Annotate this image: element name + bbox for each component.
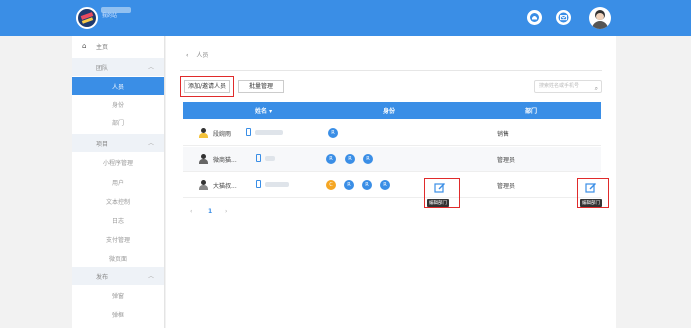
pager-next[interactable]: ›: [225, 208, 227, 215]
top-navbar: 我的站: [0, 0, 691, 36]
table-header: 姓名 ▾ 身份 部门: [183, 102, 601, 119]
pager-page[interactable]: 1: [208, 208, 212, 215]
crown-icon: C: [326, 180, 336, 190]
chevron-up-icon: ︿: [147, 64, 154, 71]
search-input[interactable]: 搜索姓名或手机号 ⌕: [534, 80, 602, 93]
role-badge-icon: R: [380, 180, 390, 190]
edit-department-icon[interactable]: [585, 182, 597, 194]
sidebar-item-label: 用户: [111, 180, 124, 187]
table-row[interactable]: 大猫叔... C R R R 管理员: [183, 173, 601, 198]
sidebar-item-miniprogram[interactable]: 小程序管理: [72, 153, 164, 171]
blurred-phone: [265, 182, 289, 187]
table-row[interactable]: 微商猫... R R R 管理员: [183, 147, 601, 172]
sidebar-item-payment[interactable]: 支付管理: [72, 230, 164, 248]
department-value: 销售: [497, 131, 510, 138]
edit-department-tooltip: 编辑部门: [580, 199, 602, 207]
avatar: [199, 154, 208, 164]
role-badge-icon: R: [326, 154, 336, 164]
blurred-phone: [265, 156, 275, 161]
pager-prev[interactable]: ‹: [190, 208, 192, 215]
role-badge-icon: R: [363, 154, 373, 164]
sidebar-group-publish[interactable]: 发布 ︿: [72, 267, 164, 285]
main-content: ‹ 人员 添加/邀请人员 批量管理 搜索姓名或手机号 ⌕ 姓名 ▾ 身份 部门 …: [166, 36, 616, 328]
person-name: 大猫叔...: [213, 183, 237, 190]
person-name: 微商猫...: [213, 157, 237, 164]
sidebar-item-label: 身份: [111, 102, 124, 109]
batch-manage-button[interactable]: 批量管理: [238, 80, 284, 93]
phone-icon: [246, 128, 251, 136]
edit-department-icon[interactable]: [434, 182, 446, 194]
sidebar-home-label: 主页: [96, 44, 109, 51]
sidebar-item-label: 弹窗: [111, 293, 124, 300]
blurred-phone: [255, 130, 283, 135]
sidebar-item-label: 部门: [111, 120, 124, 127]
sidebar-group-team[interactable]: 团队 ︿: [72, 58, 164, 76]
role-badge-icon: R: [328, 128, 338, 138]
group-label: 发布: [96, 274, 109, 281]
sidebar-item-micropage[interactable]: 微页面: [72, 249, 164, 267]
group-label: 团队: [96, 65, 109, 72]
sidebar-item-label: 支付管理: [105, 237, 130, 244]
sidebar-item-identity[interactable]: 身份: [72, 95, 164, 113]
department-value: 管理员: [497, 157, 516, 164]
sidebar-item-label: 日志: [111, 218, 124, 225]
sidebar-item-label: 微页面: [108, 256, 127, 263]
sidebar-item-popbox[interactable]: 弹框: [72, 305, 164, 323]
app-logo[interactable]: [76, 7, 98, 29]
column-header-department: 部门: [525, 108, 538, 115]
sidebar-item-logs[interactable]: 日志: [72, 211, 164, 229]
breadcrumb: ‹ 人员: [186, 50, 208, 59]
phone-icon: [256, 180, 261, 188]
sidebar-group-project[interactable]: 项目 ︿: [72, 134, 164, 152]
role-badge-icon: R: [345, 154, 355, 164]
brand-name: 我的站: [102, 13, 118, 19]
column-header-name[interactable]: 姓名 ▾: [255, 106, 272, 115]
person-name: 段婉雨: [213, 131, 232, 138]
role-badge-icon: R: [362, 180, 372, 190]
search-icon[interactable]: ⌕: [595, 83, 598, 94]
department-value: 管理员: [497, 183, 516, 190]
notification-icon[interactable]: [527, 10, 542, 25]
sidebar-item-home[interactable]: ⌂ 主页: [72, 36, 164, 56]
chevron-up-icon: ︿: [147, 140, 154, 147]
divider: [180, 70, 602, 71]
page-gutter: [616, 36, 691, 328]
back-chevron-icon[interactable]: ‹: [186, 52, 188, 59]
search-placeholder: 搜索姓名或手机号: [539, 83, 580, 89]
mail-icon[interactable]: [556, 10, 571, 25]
chevron-up-icon: ︿: [147, 273, 154, 280]
table-row[interactable]: 段婉雨 R 销售: [183, 121, 601, 146]
avatar: [199, 180, 208, 190]
sidebar-item-users[interactable]: 用户: [72, 173, 164, 191]
edit-department-tooltip: 编辑部门: [427, 199, 449, 207]
sidebar: ⌂ 主页 团队 ︿ 人员 身份 部门 项目 ︿ 小程序管理 用户 文本控制 日志…: [72, 36, 165, 328]
home-icon: ⌂: [82, 42, 87, 50]
breadcrumb-label: 人员: [196, 52, 209, 59]
sidebar-item-label: 弹框: [111, 312, 124, 319]
sidebar-item-label: 人员: [111, 84, 124, 91]
sidebar-item-personnel[interactable]: 人员: [72, 77, 164, 95]
sidebar-item-text-control[interactable]: 文本控制: [72, 192, 164, 210]
group-label: 项目: [96, 141, 109, 148]
highlight-box-add: [180, 76, 234, 97]
sidebar-item-label: 小程序管理: [102, 160, 133, 167]
column-header-identity: 身份: [383, 108, 396, 115]
sidebar-item-popup[interactable]: 弹窗: [72, 286, 164, 304]
sidebar-item-department[interactable]: 部门: [72, 113, 164, 131]
user-avatar[interactable]: [589, 7, 611, 29]
avatar: [199, 128, 208, 138]
sidebar-item-label: 文本控制: [105, 199, 130, 206]
phone-icon: [256, 154, 261, 162]
role-badge-icon: R: [344, 180, 354, 190]
